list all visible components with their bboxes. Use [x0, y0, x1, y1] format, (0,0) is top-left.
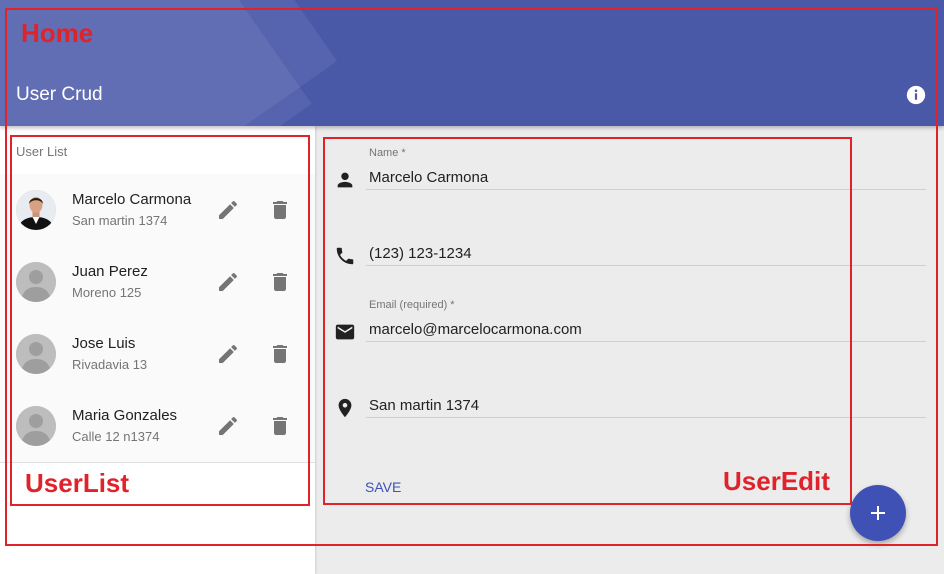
avatar	[16, 334, 56, 374]
save-button[interactable]: SAVE	[356, 473, 410, 501]
user-list-item[interactable]: Marcelo Carmona San martin 1374	[0, 174, 315, 247]
location-icon	[338, 398, 352, 418]
useredit-annotation-label: UserEdit	[723, 466, 830, 496]
user-address: San martin 1374	[72, 213, 168, 228]
person-icon	[337, 172, 353, 188]
user-name: Marcelo Carmona	[72, 191, 192, 208]
email-input[interactable]	[366, 318, 926, 342]
pencil-icon[interactable]	[216, 198, 240, 222]
user-name: Maria Gonzales	[72, 407, 178, 424]
user-list-item[interactable]: Juan Perez Moreno 125	[0, 246, 315, 319]
name-input[interactable]	[366, 166, 926, 190]
app-title: User Crud	[16, 84, 103, 105]
pencil-icon[interactable]	[216, 270, 240, 294]
email-label: Email (required) *	[369, 299, 455, 311]
pencil-icon[interactable]	[216, 414, 240, 438]
user-list-item[interactable]: Jose Luis Rivadavia 13	[0, 318, 315, 391]
user-name: Jose Luis	[72, 335, 136, 352]
user-list-subheader: User List	[16, 144, 68, 159]
user-address: Calle 12 n1374	[72, 429, 160, 444]
phone-input[interactable]	[366, 242, 926, 266]
user-list-item[interactable]: Maria Gonzales Calle 12 n1374	[0, 390, 315, 463]
user-address: Moreno 125	[72, 285, 142, 300]
avatar	[16, 406, 56, 446]
address-input[interactable]	[366, 394, 926, 418]
add-user-button[interactable]	[850, 485, 906, 541]
user-address: Rivadavia 13	[72, 357, 148, 372]
userlist-annotation-label: UserList	[25, 468, 130, 498]
app-toolbar: User Crud	[0, 0, 944, 126]
email-icon	[335, 324, 355, 340]
trash-icon[interactable]	[268, 270, 292, 294]
phone-icon	[336, 247, 354, 265]
name-label: Name *	[369, 147, 406, 159]
trash-icon[interactable]	[268, 414, 292, 438]
home-annotation-label: Home	[21, 18, 94, 48]
pencil-icon[interactable]	[216, 342, 240, 366]
trash-icon[interactable]	[268, 342, 292, 366]
trash-icon[interactable]	[268, 198, 292, 222]
user-name: Juan Perez	[72, 263, 148, 280]
info-icon[interactable]	[905, 84, 927, 106]
avatar	[16, 190, 56, 230]
user-list-panel: User List Marcelo Carmona San martin 137…	[0, 126, 315, 574]
plus-icon	[871, 506, 885, 520]
avatar	[16, 262, 56, 302]
